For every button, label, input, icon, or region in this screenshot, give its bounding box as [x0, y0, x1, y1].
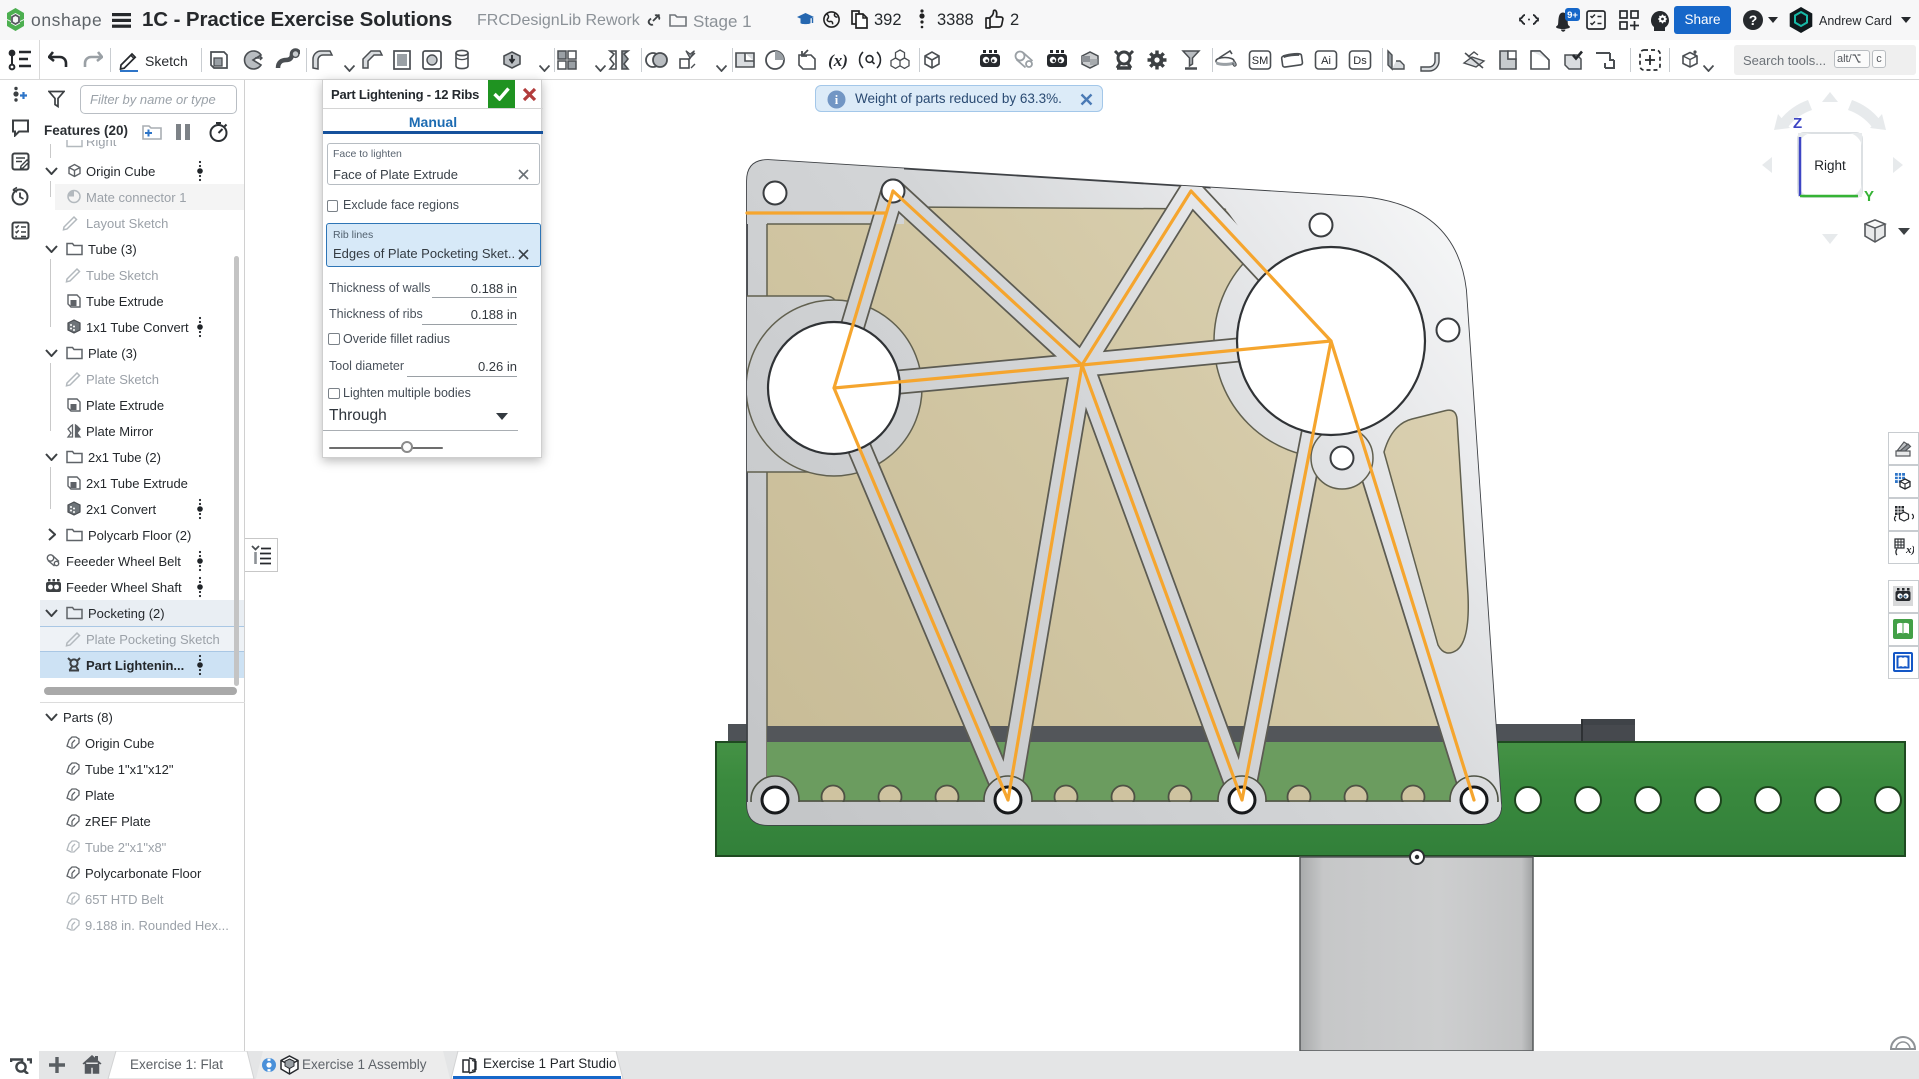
svg-text:9+: 9+ — [1567, 10, 1578, 21]
svg-text:?: ? — [1749, 12, 1758, 28]
svg-text:Ai: Ai — [1321, 55, 1331, 67]
svg-text:Ds: Ds — [1353, 55, 1367, 67]
svg-text:x): x) — [1905, 544, 1914, 556]
svg-text:SM: SM — [1252, 55, 1269, 67]
svg-text:Z: Z — [1793, 115, 1802, 132]
svg-text:Right: Right — [1814, 158, 1846, 173]
svg-text:i: i — [835, 93, 839, 107]
svg-text:(x): (x) — [828, 51, 848, 70]
svg-text:Y: Y — [1864, 188, 1874, 205]
